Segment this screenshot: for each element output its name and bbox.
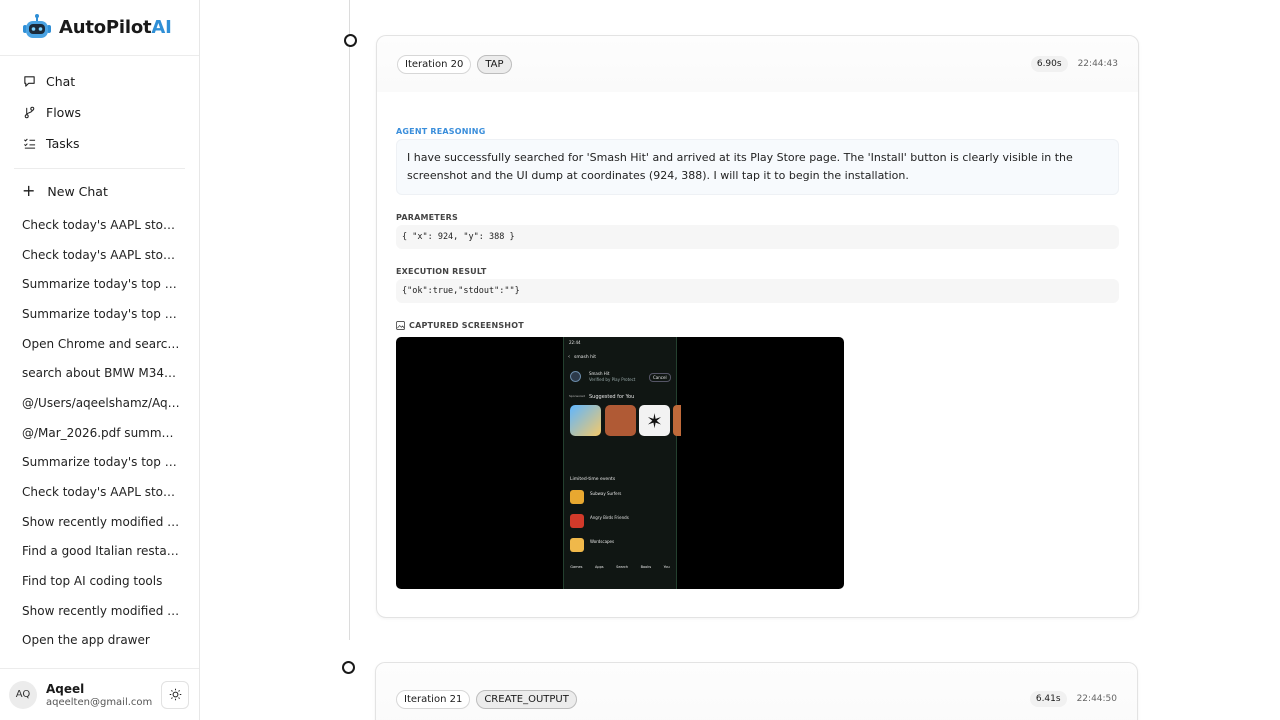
sidebar: AutoPilotAI Chat Flows Tasks + New Chat … xyxy=(0,0,200,720)
phone-tab: Search xyxy=(616,565,629,569)
phone-tab: Games xyxy=(570,565,583,569)
duration-badge: 6.90s xyxy=(1030,56,1068,72)
chat-bubble-icon xyxy=(22,75,36,89)
agent-reasoning-text: I have successfully searched for 'Smash … xyxy=(396,139,1119,195)
timeline-dot xyxy=(342,661,355,674)
phone-suggested-label: Suggested for You xyxy=(589,394,635,400)
user-meta: Aqeel aqeelten@gmail.com xyxy=(46,682,161,708)
history-item[interactable]: Show recently modified fil... xyxy=(0,507,199,537)
parameters-label: PARAMETERS xyxy=(396,213,458,222)
event-thumb xyxy=(570,490,584,504)
action-badge: CREATE_OUTPUT xyxy=(476,689,577,709)
event-thumb xyxy=(570,514,584,528)
checklist-icon xyxy=(22,137,36,151)
nav-item-tasks[interactable]: Tasks xyxy=(0,128,199,159)
phone-app-sub: Verified by Play Protect xyxy=(589,377,636,382)
nav-item-chat[interactable]: Chat xyxy=(0,66,199,97)
phone-limited-label: Limited-time events xyxy=(570,477,616,482)
iteration-header[interactable]: Iteration 20 TAP 6.90s 22:44:43 xyxy=(377,36,1138,92)
brand[interactable]: AutoPilotAI xyxy=(0,0,199,56)
event-thumb xyxy=(570,538,584,552)
history-item[interactable]: Find top AI coding tools xyxy=(0,566,199,596)
app-thumb xyxy=(570,405,601,436)
phone-event: Wordscapes xyxy=(590,539,615,544)
timestamp: 22:44:43 xyxy=(1077,59,1118,69)
execution-result-value: {"ok":true,"stdout":""} xyxy=(396,279,1119,303)
captured-screenshot-header: CAPTURED SCREENSHOT xyxy=(396,321,1119,330)
phone-app-title: Smash Hit xyxy=(589,371,610,376)
app-thumb xyxy=(605,405,636,436)
history-item[interactable]: @/Mar_2026.pdf summari... xyxy=(0,418,199,448)
user-profile-bar: AQ Aqeel aqeelten@gmail.com xyxy=(0,668,199,720)
history-item[interactable]: Check today's AAPL stock ... xyxy=(0,240,199,270)
avatar[interactable]: AQ xyxy=(9,680,37,709)
nav-item-flows[interactable]: Flows xyxy=(0,97,199,128)
theme-toggle-button[interactable] xyxy=(161,680,189,709)
timeline-line xyxy=(349,0,350,640)
iteration-body: AGENT REASONING I have successfully sear… xyxy=(377,92,1138,589)
nav-item-label: Flows xyxy=(46,105,82,120)
phone-search-bar: ‹ smash hit xyxy=(568,352,672,362)
image-icon xyxy=(396,321,405,330)
phone-tab: Apps xyxy=(594,565,604,569)
captured-screenshot[interactable]: 22:44 ‹ smash hit Smash Hit Verified by … xyxy=(396,337,844,589)
captured-screenshot-label: CAPTURED SCREENSHOT xyxy=(409,321,524,330)
history-item[interactable]: Show recently modified fil... xyxy=(0,596,199,626)
timeline-dot xyxy=(344,34,357,47)
nav-item-label: Chat xyxy=(46,74,76,89)
phone-tab: Books xyxy=(640,565,652,569)
user-email: aqeelten@gmail.com xyxy=(46,696,153,708)
chat-history-list: Check today's AAPL stock ... Check today… xyxy=(0,210,199,650)
app-root: AutoPilotAI Chat Flows Tasks + New Chat … xyxy=(0,0,1280,720)
phone-event: Subway Surfers xyxy=(590,491,622,496)
iteration-timeline[interactable]: Iteration 20 TAP 6.90s 22:44:43 AGENT RE… xyxy=(200,0,1280,720)
phone-search-text: smash hit xyxy=(574,354,596,360)
phone-status-time: 22:44 xyxy=(569,340,581,345)
history-item[interactable]: Check today's AAPL stock ... xyxy=(0,477,199,507)
smash-hit-app-icon xyxy=(570,371,581,382)
iteration-header[interactable]: Iteration 21 CREATE_OUTPUT 6.41s 22:44:5… xyxy=(376,663,1137,720)
plus-icon: + xyxy=(22,181,36,200)
app-thumb xyxy=(673,405,681,436)
new-chat-label: New Chat xyxy=(47,183,108,199)
execution-result-label: EXECUTION RESULT xyxy=(396,267,487,276)
history-item[interactable]: Summarize today's top tec... xyxy=(0,448,199,478)
phone-event: Angry Birds Friends xyxy=(590,515,629,520)
phone-bottom-nav: Games Apps Search Books You xyxy=(564,565,676,569)
iteration-label: Iteration 21 xyxy=(396,689,471,709)
phone-screen: 22:44 ‹ smash hit Smash Hit Verified by … xyxy=(563,337,681,589)
main-nav: Chat Flows Tasks xyxy=(0,56,199,159)
history-item[interactable]: Summarize today's top tec... xyxy=(0,299,199,329)
action-badge: TAP xyxy=(477,54,512,74)
history-item[interactable]: Find a good Italian restaur... xyxy=(0,537,199,567)
duration-badge: 6.41s xyxy=(1029,691,1067,707)
history-item[interactable]: @/Users/aqeelshamz/Aqe... xyxy=(0,388,199,418)
git-branch-icon xyxy=(22,106,36,120)
phone-sponsored: Sponsored xyxy=(569,394,585,398)
history-item[interactable]: Open the app drawer xyxy=(0,626,199,650)
history-item[interactable]: Summarize today's top tec... xyxy=(0,269,199,299)
nav-divider xyxy=(14,168,185,169)
app-thumb: ✶ xyxy=(639,405,670,436)
phone-cancel-button: Cancel xyxy=(649,373,671,382)
parameters-value: { "x": 924, "y": 388 } xyxy=(396,225,1119,249)
phone-tab: You xyxy=(663,565,670,569)
nav-item-label: Tasks xyxy=(46,136,80,151)
history-item[interactable]: Open Chrome and search f... xyxy=(0,329,199,359)
new-chat-button[interactable]: + New Chat xyxy=(0,176,199,206)
robot-logo-icon xyxy=(23,13,51,38)
back-arrow-icon: ‹ xyxy=(568,354,570,360)
history-item[interactable]: search about BMW M340i ... xyxy=(0,358,199,388)
history-item[interactable]: Check today's AAPL stock ... xyxy=(0,210,199,240)
agent-reasoning-label: AGENT REASONING xyxy=(396,127,486,136)
iteration-label: Iteration 20 xyxy=(397,54,472,74)
brand-name: AutoPilotAI xyxy=(59,17,172,38)
sun-icon xyxy=(169,688,181,701)
iteration-card: Iteration 20 TAP 6.90s 22:44:43 AGENT RE… xyxy=(376,35,1139,618)
iteration-card: Iteration 21 CREATE_OUTPUT 6.41s 22:44:5… xyxy=(375,662,1138,720)
timestamp: 22:44:50 xyxy=(1076,694,1117,704)
user-name: Aqeel xyxy=(46,681,85,696)
